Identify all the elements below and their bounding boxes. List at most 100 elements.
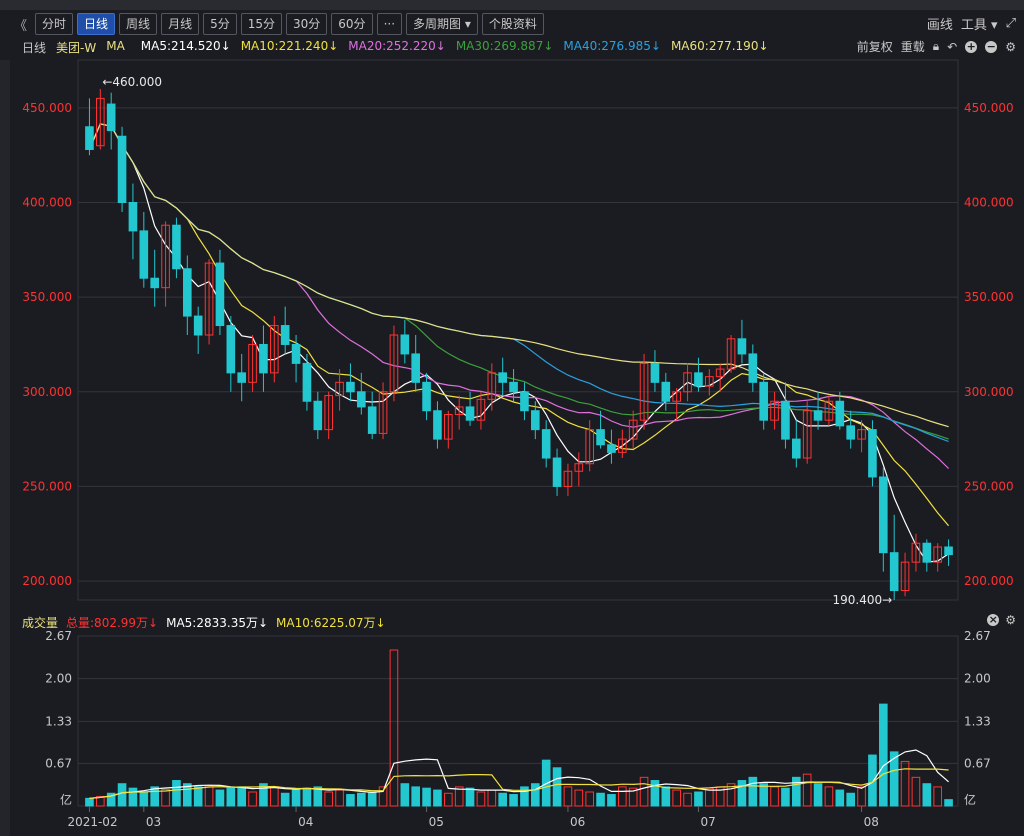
price-tick-left: 350.000 (22, 290, 72, 304)
volume-bar (933, 786, 942, 807)
candle-down (835, 400, 845, 427)
volume-bar (705, 787, 714, 807)
candle-down (520, 391, 529, 412)
volume-bar (444, 792, 453, 807)
volume-bar (748, 776, 758, 807)
candle-down (781, 400, 790, 440)
candle-down (422, 381, 431, 412)
volume-bar (585, 791, 594, 807)
volume-bar (563, 786, 573, 807)
volume-bar (639, 776, 649, 807)
date-label: 06 (570, 815, 585, 829)
volume-unit-left: 亿 (60, 792, 72, 807)
volume-bar (270, 786, 279, 807)
volume-tick-left: 2.00 (45, 672, 72, 686)
candle-down (193, 315, 203, 336)
candle-down (541, 429, 551, 459)
candle-down (226, 325, 236, 374)
volume-bar (922, 783, 932, 807)
price-tick-right: 400.000 (964, 196, 1014, 210)
price-tick-right: 250.000 (964, 479, 1014, 493)
date-label: 05 (429, 815, 444, 829)
volume-bar (193, 786, 203, 807)
candle-down (237, 372, 246, 383)
volume-bar (813, 783, 823, 807)
volume-bar (476, 791, 486, 807)
volume-axis: 2.67 2.67 2.00 2.00 1.33 1.33 0.67 0.67 亿 亿 (45, 629, 990, 807)
volume-bar (237, 786, 246, 807)
candle-down (400, 334, 410, 355)
price-tick-right: 200.000 (964, 574, 1014, 588)
volume-bar (737, 780, 747, 807)
volume-tick-right: 2.67 (964, 629, 991, 643)
candle-down (922, 542, 932, 563)
price-axis-left: 450.000 400.000 350.000 300.000 250.000 200.0… (22, 101, 72, 588)
candle-down (346, 381, 355, 393)
ma5-line (88, 123, 949, 563)
kline-chart[interactable]: 450.000 400.000 350.000 300.000 250.000 200.0… (0, 0, 1024, 836)
price-tick-right: 300.000 (964, 385, 1014, 399)
volume-bar (661, 786, 671, 807)
volume-tick-left: 2.67 (45, 629, 72, 643)
volume-bar (900, 760, 910, 807)
volume-bar (879, 703, 888, 807)
volume-bar (650, 780, 660, 807)
candle-down (552, 457, 562, 487)
candle-down (498, 372, 507, 383)
volume-bar (509, 794, 518, 807)
volume-bar (400, 783, 410, 807)
volume-bar (944, 799, 953, 807)
volume-bar (552, 767, 562, 807)
volume-bar (770, 786, 779, 807)
volume-bar (172, 780, 181, 807)
price-tick-right: 350.000 (964, 290, 1014, 304)
volume-bar (759, 783, 768, 807)
price-tick-left: 250.000 (22, 479, 72, 493)
candle-down (183, 268, 192, 317)
high-price-label: ←460.000 (102, 75, 162, 89)
grid-lines (77, 59, 959, 807)
candles (85, 88, 953, 600)
date-label: 08 (864, 815, 879, 829)
volume-bar (607, 794, 616, 807)
candle-down (748, 353, 758, 383)
volume-bar (357, 792, 366, 807)
candle-down (313, 400, 323, 431)
volume-bar (324, 791, 333, 807)
volume-bar (335, 789, 344, 807)
candle-down (813, 410, 823, 421)
candle-down (357, 391, 366, 408)
candle-down (879, 476, 888, 554)
candle-down (509, 381, 518, 393)
volume-bar (422, 787, 431, 807)
candle-down (150, 277, 159, 289)
candle-down (737, 338, 747, 355)
candle-down (596, 429, 605, 446)
candle-down (465, 406, 475, 421)
volume-bar (694, 791, 703, 807)
volume-bar (280, 792, 290, 807)
price-tick-left: 400.000 (22, 196, 72, 210)
candle-down (868, 429, 877, 478)
volume-bar (857, 786, 866, 807)
price-tick-left: 450.000 (22, 101, 72, 115)
volume-bar (574, 789, 584, 807)
price-frame (77, 59, 959, 601)
volume-bars (85, 649, 953, 807)
candle-down (650, 362, 660, 383)
candle-down (291, 343, 301, 364)
low-price-label: 190.400→ (833, 593, 893, 607)
candle-down (215, 262, 225, 327)
candle-down (889, 552, 899, 592)
volume-bar (433, 789, 442, 807)
volume-bar (389, 649, 399, 807)
candle-down (367, 406, 377, 434)
volume-bar (487, 789, 497, 807)
volume-bar (531, 783, 540, 807)
candle-down (759, 381, 768, 421)
volume-bar (846, 792, 855, 807)
price-axis-right: 450.000 400.000 350.000 300.000 250.000 200.0… (964, 101, 1014, 588)
volume-tick-left: 1.33 (45, 714, 72, 728)
candle-down (259, 343, 268, 374)
candle-down (302, 362, 312, 402)
